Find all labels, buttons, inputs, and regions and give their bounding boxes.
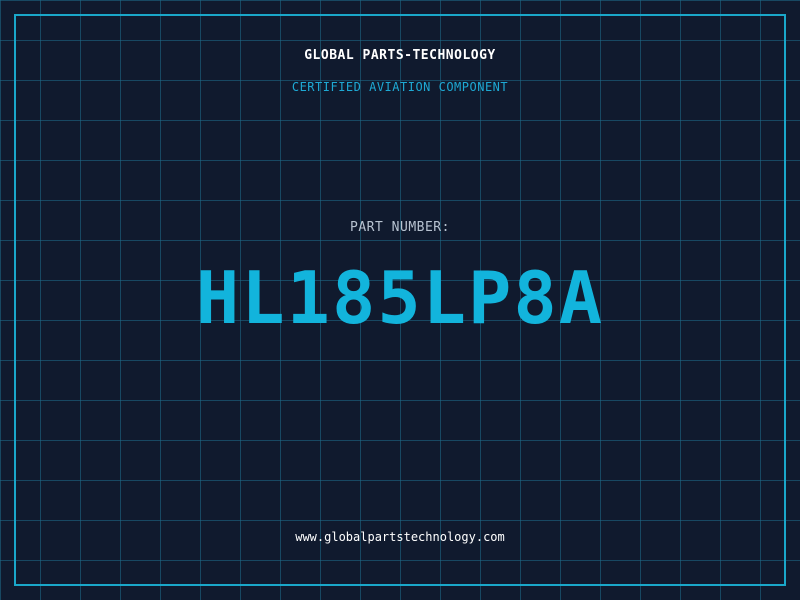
website-url[interactable]: www.globalpartstechnology.com bbox=[0, 530, 800, 544]
part-card: GLOBAL PARTS-TECHNOLOGY CERTIFIED AVIATI… bbox=[0, 0, 800, 600]
company-name: GLOBAL PARTS-TECHNOLOGY bbox=[304, 48, 496, 63]
part-number-label: PART NUMBER: bbox=[350, 220, 450, 235]
part-number-value: HL185LP8A bbox=[195, 256, 605, 340]
certification-tagline: CERTIFIED AVIATION COMPONENT bbox=[291, 80, 509, 94]
